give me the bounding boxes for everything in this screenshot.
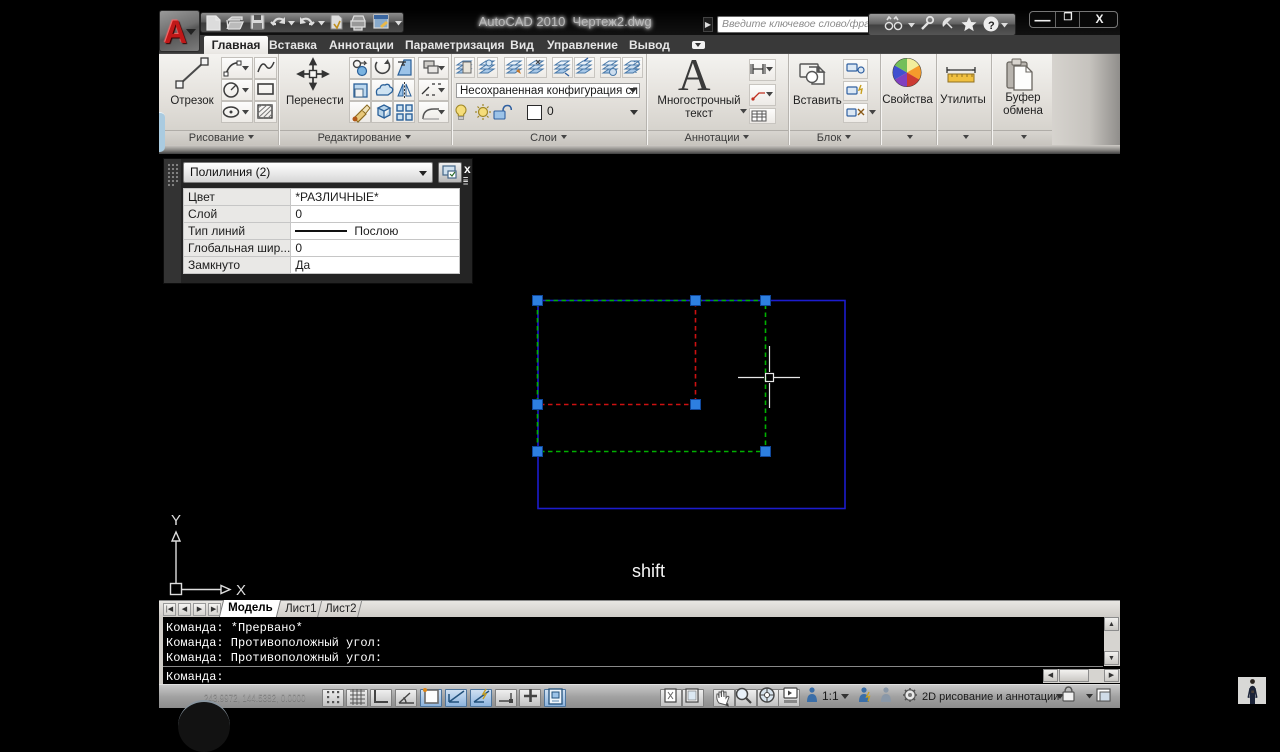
svg-text:?: ?: [988, 20, 995, 32]
svg-text:X: X: [236, 582, 246, 599]
svg-text:Y: Y: [171, 512, 181, 529]
svg-text:1:1: 1:1: [822, 689, 839, 703]
